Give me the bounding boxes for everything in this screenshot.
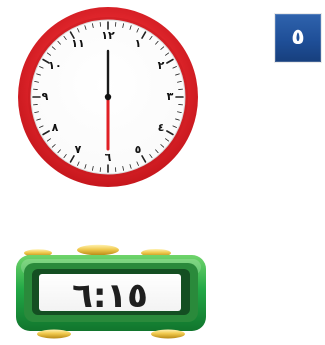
clock-numeral-4: ٤ [158,121,165,134]
clock-numeral-1: ١ [135,37,142,50]
clock-numeral-5: ٥ [135,143,142,156]
clock-numeral-10: ١٠ [48,59,61,72]
question-number-badge: ٥ [275,14,321,62]
digital-time-display: ٦:١٥ [72,275,148,316]
analog-clock-icon: ١٢ ١ ٢ ٣ ٤ ٥ ٦ ٧ ٨ ٩ ١٠ ١١ [18,7,198,187]
digital-top-button-center [77,244,119,256]
clock-numeral-3: ٣ [167,90,174,103]
clock-numeral-7: ٧ [75,143,82,156]
digital-base-right-foot [151,329,185,339]
clock-numeral-6: ٦ [105,151,112,164]
clock-numeral-9: ٩ [42,90,49,103]
clock-numeral-11: ١١ [71,37,84,50]
clock-numeral-8: ٨ [52,121,59,134]
digital-base-left-foot [37,329,71,339]
clock-numeral-2: ٢ [158,59,165,72]
clock-numeral-12: ١٢ [101,29,115,42]
clock-center-cap [104,93,112,101]
